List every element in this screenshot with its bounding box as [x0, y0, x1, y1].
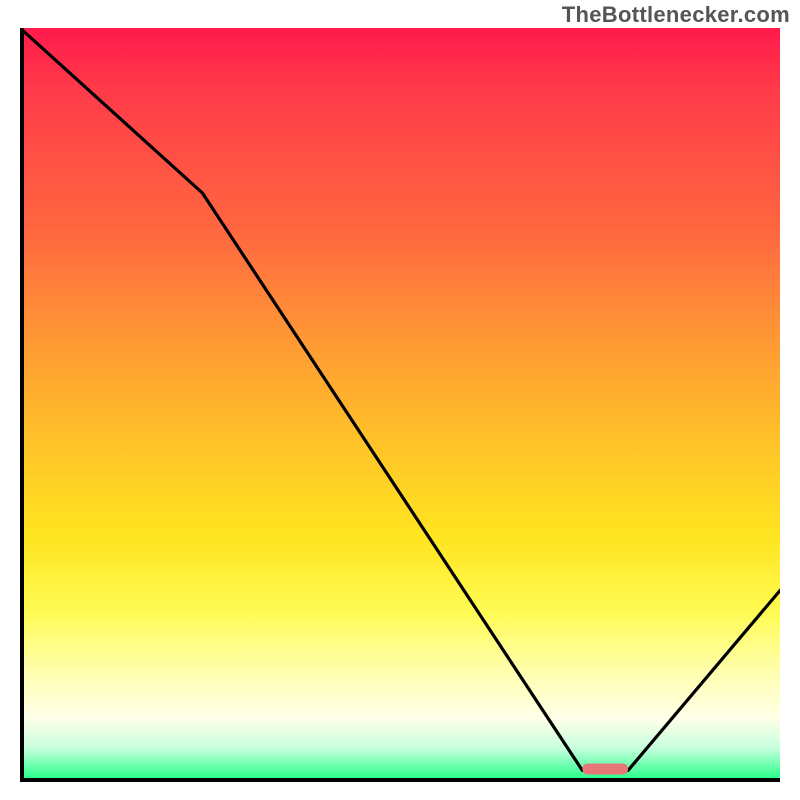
- plot-background: [20, 28, 780, 778]
- attribution-label: TheBottlenecker.com: [562, 2, 790, 28]
- y-axis-line: [20, 28, 24, 782]
- chart-container: TheBottlenecker.com: [0, 0, 800, 800]
- x-axis-line: [20, 778, 780, 782]
